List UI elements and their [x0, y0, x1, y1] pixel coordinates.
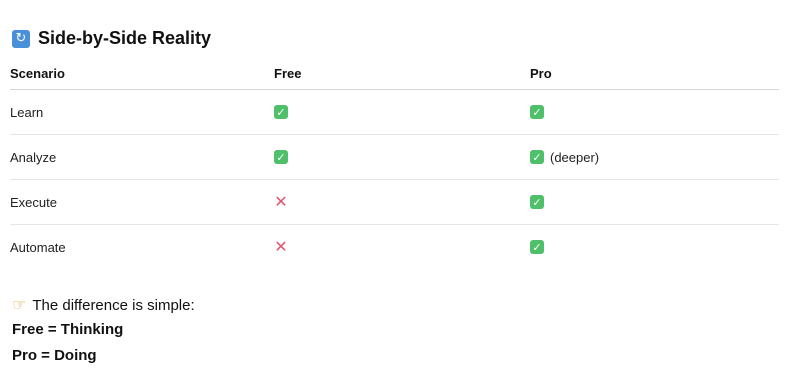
comparison-table: Scenario Free Pro Learn ✓ ✓ Analyze ✓ ✓ …	[10, 58, 779, 269]
column-header-free: Free	[274, 66, 302, 81]
table-row: Automate ✕ ✓	[10, 225, 779, 269]
check-icon: ✓	[530, 150, 544, 164]
summary-block: ☞ The difference is simple: Free = Think…	[12, 294, 195, 368]
check-icon: ✓	[530, 195, 544, 209]
check-icon: ✓	[274, 105, 288, 119]
table-row: Learn ✓ ✓	[10, 90, 779, 135]
scenario-cell: Execute	[10, 194, 57, 210]
free-cell: ✓	[274, 90, 288, 134]
scenario-cell: Learn	[10, 104, 44, 120]
pro-note: (deeper)	[550, 149, 600, 165]
pointing-hand-icon: ☞	[12, 295, 27, 314]
column-header-scenario: Scenario	[10, 66, 65, 81]
pro-cell: ✓	[530, 90, 544, 134]
pro-cell: ✓	[530, 225, 544, 269]
check-icon: ✓	[274, 150, 288, 164]
column-header-pro: Pro	[530, 66, 552, 81]
check-icon: ✓	[530, 105, 544, 119]
pro-cell: ✓ (deeper)	[530, 135, 599, 179]
summary-pro-line: Pro = Doing	[12, 346, 97, 364]
refresh-arrows-icon: ↻	[12, 29, 30, 48]
summary-intro: The difference is simple:	[32, 296, 195, 314]
check-icon: ✓	[530, 240, 544, 254]
free-cell: ✓	[274, 135, 288, 179]
free-cell: ✕	[274, 180, 288, 224]
section-title: Side-by-Side Reality	[38, 28, 212, 48]
summary-free-line: Free = Thinking	[12, 320, 124, 338]
cross-icon: ✕	[274, 192, 288, 211]
summary-intro-line: ☞ The difference is simple:	[12, 294, 195, 316]
table-row: Analyze ✓ ✓ (deeper)	[10, 135, 779, 180]
free-cell: ✕	[274, 225, 288, 269]
pro-cell: ✓	[530, 180, 544, 224]
table-row: Execute ✕ ✓	[10, 180, 779, 225]
scenario-cell: Analyze	[10, 149, 57, 165]
table-header-row: Scenario Free Pro	[10, 58, 779, 90]
cross-icon: ✕	[274, 237, 288, 256]
section-heading: ↻ Side-by-Side Reality	[12, 28, 211, 49]
scenario-cell: Automate	[10, 239, 66, 255]
